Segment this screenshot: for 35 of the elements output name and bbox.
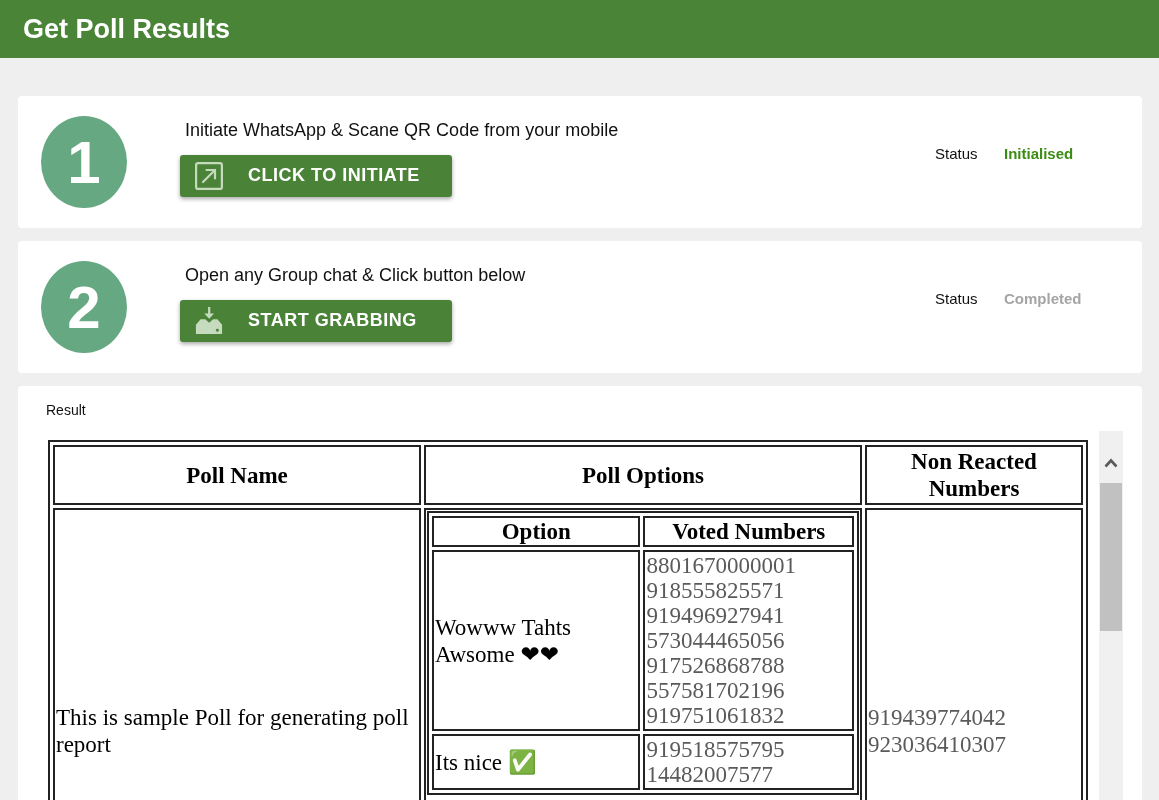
step-number: 2: [41, 261, 127, 353]
step-instruction: Initiate WhatsApp & Scane QR Code from your mobile: [184, 119, 619, 141]
phone-number: 557581702196: [646, 678, 785, 703]
step-instruction: Open any Group chat & Click button below: [184, 264, 526, 286]
download-icon: [195, 306, 223, 335]
table-cell: Wowww Tahts Awsome ❤❤: [432, 550, 641, 731]
phone-number: 573044465056: [646, 628, 785, 653]
phone-number: 14482007577: [646, 762, 773, 787]
status-label: Status: [935, 289, 979, 307]
column-header: Option: [432, 516, 641, 547]
phone-number: 918555825571: [646, 578, 785, 603]
result-label: Result: [46, 402, 86, 418]
table-cell: Its nice ✅: [432, 734, 641, 790]
scrollbar[interactable]: [1099, 431, 1123, 800]
phone-number: 919439774042: [868, 704, 1006, 731]
status-value: Initialised: [1004, 144, 1074, 162]
phone-number: 923036410307: [868, 731, 1006, 758]
status-value: Completed: [1004, 289, 1082, 307]
status-label: Status: [935, 144, 979, 162]
step-number: 1: [41, 116, 127, 208]
column-header: Poll Options: [424, 445, 862, 505]
column-header: Poll Name: [53, 445, 421, 505]
column-header: Non Reacted Numbers: [865, 445, 1083, 505]
phone-number: 917526868788: [646, 653, 785, 678]
phone-number: 8801670000001: [646, 553, 796, 578]
window-title: Get Poll Results: [23, 13, 231, 45]
initiate-button[interactable]: CLICK TO INITIATE: [180, 154, 452, 197]
chevron-up-icon[interactable]: [1104, 458, 1118, 468]
column-header: Voted Numbers: [643, 516, 854, 547]
phone-number: 919518575795: [646, 737, 785, 762]
scrollbar-thumb[interactable]: [1100, 483, 1122, 631]
table-cell: This is sample Poll for generating poll report: [53, 508, 421, 800]
start-grabbing-button[interactable]: START GRABBING: [180, 299, 452, 342]
phone-number: 919751061832: [646, 703, 785, 728]
phone-number: 919496927941: [646, 603, 785, 628]
